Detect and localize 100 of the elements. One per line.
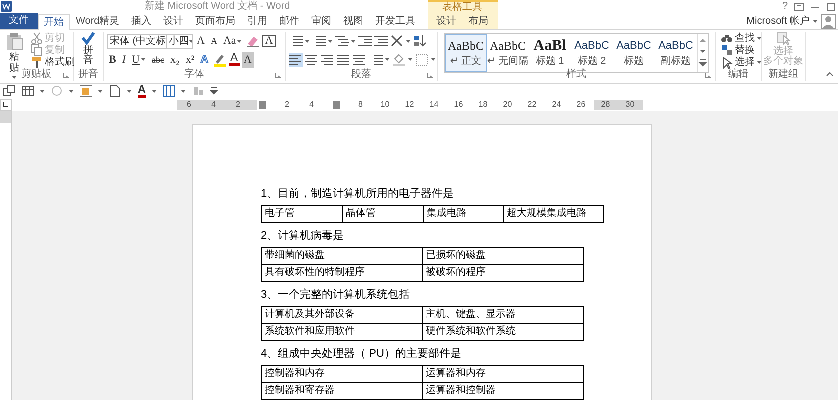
align-icon[interactable]: [337, 52, 351, 67]
grow-font-button[interactable]: A: [195, 33, 207, 50]
clipboard-button[interactable]: 格式刷: [29, 56, 77, 69]
table-cell: 集成电路: [424, 206, 504, 223]
caret-icon[interactable]: [69, 88, 74, 94]
ribbon-tab[interactable]: Word精灵: [70, 13, 126, 29]
app-logo-icon[interactable]: [0, 1, 13, 12]
increase-indent-icon[interactable]: [374, 34, 388, 48]
sort-icon[interactable]: [413, 34, 427, 48]
caret-icon[interactable]: [757, 60, 762, 66]
font-size-field[interactable]: 小四: [166, 34, 193, 49]
ribbon-tab[interactable]: 文件: [0, 13, 38, 29]
ribbon-tab[interactable]: 开发工具: [370, 13, 422, 29]
eraser-icon[interactable]: [246, 34, 260, 48]
subscript-button[interactable]: x₂: [168, 52, 182, 68]
ribbon-tab[interactable]: 插入: [126, 13, 158, 29]
bold-button[interactable]: B: [107, 52, 118, 68]
caret-icon[interactable]: [180, 88, 186, 94]
caret-icon[interactable]: [328, 38, 333, 44]
caret-icon[interactable]: [40, 88, 45, 94]
table-cell: 被破坏的程序: [423, 265, 584, 282]
help-button[interactable]: ?: [782, 0, 788, 12]
dialog-launcher-icon[interactable]: [427, 72, 434, 78]
caret-icon[interactable]: [351, 38, 356, 44]
caret-icon[interactable]: [385, 57, 390, 62]
pinyin-button[interactable]: 拼音: [79, 32, 98, 69]
ribbon-tab[interactable]: 审阅: [306, 13, 338, 29]
ribbon-tab[interactable]: 布局: [462, 13, 495, 29]
ribbon-tab[interactable]: 邮件: [274, 13, 306, 29]
superscript-button[interactable]: x²: [184, 52, 197, 68]
contextual-tab-group: 表格工具 设计 布局: [428, 0, 498, 29]
binoculars-icon[interactable]: [721, 32, 733, 44]
multilevel-list-icon[interactable]: [335, 34, 349, 48]
caret-icon[interactable]: [152, 88, 157, 94]
align-icon[interactable]: [321, 52, 335, 67]
underline-button[interactable]: U: [130, 52, 148, 68]
select-button[interactable]: 选择: [719, 56, 764, 69]
customize-toolbar-icon[interactable]: [210, 86, 218, 96]
caret-icon[interactable]: [813, 18, 818, 24]
change-case-button[interactable]: Aa: [221, 33, 244, 50]
align-button-selected-icon[interactable]: [289, 52, 303, 67]
align-icon[interactable]: [353, 52, 367, 67]
decrease-indent-icon[interactable]: [358, 34, 372, 48]
ribbon-tab[interactable]: 开始: [38, 14, 70, 30]
ruler-number: 4: [212, 100, 216, 110]
font-color-button[interactable]: A: [138, 84, 146, 98]
caret-icon[interactable]: [431, 57, 436, 62]
ribbon-tab[interactable]: 页面布局: [190, 13, 242, 29]
ribbon-tab[interactable]: 引用: [242, 13, 274, 29]
character-shading-button[interactable]: A: [242, 52, 254, 68]
find-button[interactable]: 查找: [719, 32, 764, 44]
caret-icon[interactable]: [408, 57, 413, 62]
group-label: 段落: [352, 69, 372, 81]
caret-icon[interactable]: [305, 38, 310, 44]
caret-icon[interactable]: [140, 57, 146, 62]
caret-icon[interactable]: [127, 88, 132, 94]
align-icon[interactable]: [305, 52, 319, 67]
document-icon[interactable]: [109, 84, 121, 98]
collapse-ribbon-icon[interactable]: [826, 71, 834, 77]
dialog-launcher-icon[interactable]: [63, 72, 70, 78]
style-item[interactable]: AaBbC ↵ 正文: [445, 34, 487, 72]
question-text: 4、组成中央处理器（ PU）的主要部件是: [261, 347, 462, 362]
shrink-font-button[interactable]: A: [208, 33, 220, 50]
columns-icon[interactable]: [162, 85, 175, 97]
account-name[interactable]: Microsoft 帐户: [746, 14, 810, 28]
brush-icon[interactable]: [31, 56, 43, 70]
font-field[interactable]: 宋体 (中文标: [107, 34, 167, 49]
table-cell: 硬件系统和软件系统: [423, 324, 584, 341]
ribbon-display-icon[interactable]: [794, 2, 804, 12]
avatar-icon[interactable]: [821, 14, 836, 28]
table-cell: 主机、键盘、显示器: [423, 307, 584, 324]
text-wrap-icon[interactable]: [80, 84, 92, 98]
checkmark-icon[interactable]: [81, 32, 96, 45]
table-icon[interactable]: [22, 85, 34, 97]
column-marker-icon[interactable]: [259, 100, 266, 108]
character-border-button[interactable]: A: [262, 35, 276, 48]
strikethrough-button[interactable]: abc: [150, 52, 166, 68]
caret-icon[interactable]: [98, 88, 103, 94]
asian-layout-icon[interactable]: [390, 34, 404, 48]
dialog-launcher-icon[interactable]: [705, 72, 712, 78]
highlighter-icon[interactable]: [212, 52, 227, 67]
ribbon-tab[interactable]: 设计: [158, 13, 190, 29]
ribbon-tab[interactable]: 视图: [338, 13, 370, 29]
italic-button[interactable]: I: [120, 52, 128, 68]
clipboard-icon[interactable]: [5, 32, 24, 51]
caret-icon[interactable]: [12, 75, 17, 80]
column-marker-icon[interactable]: [332, 100, 340, 108]
replace-icon[interactable]: [721, 44, 733, 56]
window-icon[interactable]: [3, 85, 16, 97]
dialog-launcher-icon[interactable]: [275, 72, 282, 78]
caret-icon[interactable]: [406, 38, 411, 44]
tab-stop-icon[interactable]: [0, 98, 12, 110]
table-cell: 控制器和寄存器: [262, 383, 423, 400]
cursor-icon[interactable]: [721, 56, 733, 69]
table-cell: 超大规模集成电路: [504, 206, 604, 223]
caret-icon[interactable]: [237, 38, 242, 44]
maximize-icon[interactable]: [826, 2, 836, 12]
replace-button[interactable]: 替换: [719, 44, 764, 56]
ribbon-tab[interactable]: 设计: [430, 13, 463, 29]
caret-icon[interactable]: [757, 36, 762, 41]
